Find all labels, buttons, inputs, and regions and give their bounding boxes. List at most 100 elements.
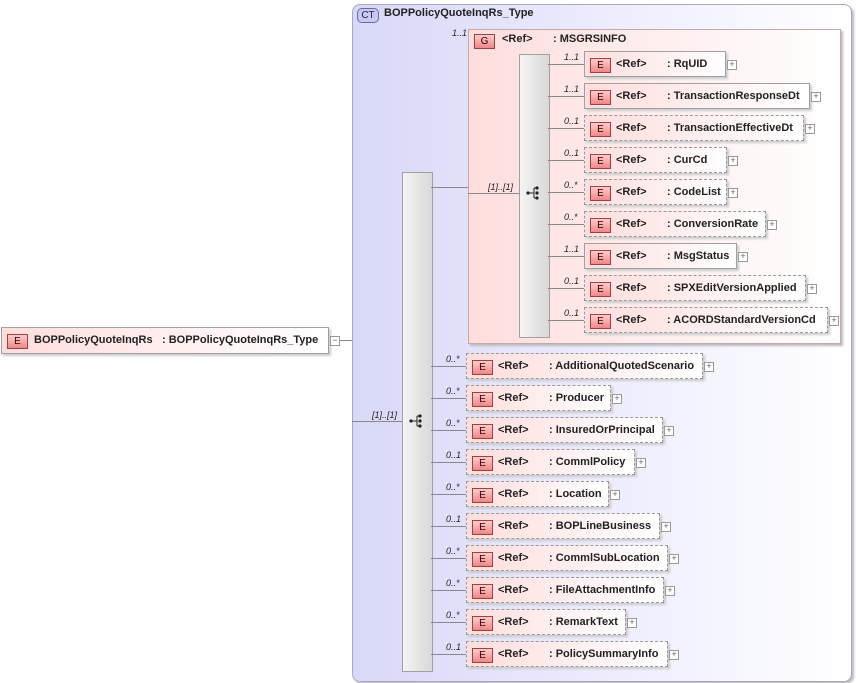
element-ref: <Ref> [498, 584, 529, 596]
expand-button[interactable]: + [612, 394, 622, 404]
element-name: : TransactionEffectiveDt [667, 122, 793, 134]
element-badge: E [590, 314, 611, 329]
element-ref: <Ref> [498, 520, 529, 532]
expand-button[interactable]: + [805, 124, 815, 134]
element-name: : MsgStatus [667, 250, 729, 262]
element-box[interactable]: E <Ref> : BOPLineBusiness [466, 513, 660, 539]
element-badge: E [472, 424, 493, 439]
expand-button[interactable]: + [829, 316, 839, 326]
expand-button[interactable]: + [728, 188, 738, 198]
outer-sequence-multiplicity: [1]..[1] [372, 410, 397, 420]
element-badge: E [590, 58, 611, 73]
element-box[interactable]: E <Ref> : Producer [466, 385, 611, 411]
group-name: : MSGRSINFO [553, 33, 626, 45]
expand-button[interactable]: + [807, 284, 817, 294]
element-box[interactable]: E <Ref> : FileAttachmentInfo [466, 577, 664, 603]
multiplicity: 0..1 [446, 642, 461, 652]
element-box[interactable]: E <Ref> : TransactionResponseDt [584, 83, 810, 109]
multiplicity: 0..1 [564, 148, 579, 158]
multiplicity: 1..1 [564, 244, 579, 254]
element-box[interactable]: E <Ref> : PolicySummaryInfo [466, 641, 668, 667]
element-ref: <Ref> [498, 360, 529, 372]
multiplicity: 0..1 [446, 514, 461, 524]
element-ref: <Ref> [616, 90, 647, 102]
element-badge: E [590, 250, 611, 265]
expand-button[interactable]: + [704, 362, 714, 372]
element-name: : InsuredOrPrincipal [549, 424, 655, 436]
element-name: : CurCd [667, 154, 707, 166]
element-ref: <Ref> [498, 616, 529, 628]
element-ref: <Ref> [616, 154, 647, 166]
complex-type-badge: CT [357, 8, 379, 23]
multiplicity: 0..1 [564, 116, 579, 126]
element-name: : ConversionRate [667, 218, 758, 230]
element-name: : CommlSubLocation [549, 552, 660, 564]
element-ref: <Ref> [616, 250, 647, 262]
expand-button[interactable]: + [610, 490, 620, 500]
element-box[interactable]: E <Ref> : RemarkText [466, 609, 626, 635]
element-box[interactable]: E <Ref> : AdditionalQuotedScenario [466, 353, 703, 379]
element-box[interactable]: E <Ref> : CommlPolicy [466, 449, 635, 475]
element-ref: <Ref> [498, 552, 529, 564]
element-ref: <Ref> [498, 456, 529, 468]
multiplicity: 1..1 [564, 84, 579, 94]
element-badge: E [472, 584, 493, 599]
root-element[interactable]: E BOPPolicyQuoteInqRs : BOPPolicyQuoteIn… [1, 327, 329, 354]
element-name: : Location [549, 488, 602, 500]
element-badge: E [590, 186, 611, 201]
element-box[interactable]: E <Ref> : CommlSubLocation [466, 545, 668, 571]
element-box[interactable]: E <Ref> : CurCd [584, 147, 727, 173]
element-box[interactable]: E <Ref> : RqUID [584, 51, 726, 77]
element-ref: <Ref> [498, 648, 529, 660]
multiplicity: 0..* [446, 578, 460, 588]
element-ref: <Ref> [498, 488, 529, 500]
group-sequence-multiplicity: [1]..[1] [488, 182, 513, 192]
expand-button[interactable]: + [811, 92, 821, 102]
element-box[interactable]: E <Ref> : MsgStatus [584, 243, 737, 269]
expand-button[interactable]: + [664, 426, 674, 436]
element-name: : CodeList [667, 186, 721, 198]
element-badge: E [590, 90, 611, 105]
element-box[interactable]: E <Ref> : SPXEditVersionApplied [584, 275, 806, 301]
element-box[interactable]: E <Ref> : Location [466, 481, 609, 507]
element-ref: <Ref> [616, 218, 647, 230]
element-ref: <Ref> [498, 424, 529, 436]
element-name: : BOPLineBusiness [549, 520, 651, 532]
element-name: : TransactionResponseDt [667, 90, 800, 102]
expand-button[interactable]: + [669, 650, 679, 660]
expand-button[interactable]: + [661, 522, 671, 532]
expand-button[interactable]: + [669, 554, 679, 564]
element-badge: E [472, 552, 493, 567]
element-box[interactable]: E <Ref> : CodeList [584, 179, 727, 205]
group-multiplicity: 1..1 [452, 28, 467, 38]
multiplicity: 0..1 [564, 276, 579, 286]
element-box[interactable]: E <Ref> : ACORDStandardVersionCd [584, 307, 828, 333]
element-box[interactable]: E <Ref> : InsuredOrPrincipal [466, 417, 663, 443]
multiplicity: 0..* [446, 482, 460, 492]
multiplicity: 0..* [564, 212, 578, 222]
root-element-type: : BOPPolicyQuoteInqRs_Type [162, 334, 318, 346]
element-name: : ACORDStandardVersionCd [667, 314, 816, 326]
expand-button[interactable]: + [727, 60, 737, 70]
element-ref: <Ref> [616, 186, 647, 198]
collapse-button[interactable]: − [330, 336, 340, 346]
element-box[interactable]: E <Ref> : TransactionEffectiveDt [584, 115, 804, 141]
expand-button[interactable]: + [728, 156, 738, 166]
root-element-name: BOPPolicyQuoteInqRs [34, 334, 153, 346]
expand-button[interactable]: + [767, 220, 777, 230]
element-badge: E [590, 282, 611, 297]
element-name: : FileAttachmentInfo [549, 584, 655, 596]
element-badge: E [590, 218, 611, 233]
sequence-icon [409, 414, 423, 428]
complex-type-title: BOPPolicyQuoteInqRs_Type [384, 7, 534, 19]
multiplicity: 0..* [446, 354, 460, 364]
expand-button[interactable]: + [738, 252, 748, 262]
element-box[interactable]: E <Ref> : ConversionRate [584, 211, 766, 237]
expand-button[interactable]: + [627, 618, 637, 628]
expand-button[interactable]: + [636, 458, 646, 468]
group-badge: G [474, 34, 495, 49]
element-badge: E [472, 360, 493, 375]
expand-button[interactable]: + [665, 586, 675, 596]
group-ref: <Ref> [502, 33, 533, 45]
multiplicity: 0..1 [564, 308, 579, 318]
